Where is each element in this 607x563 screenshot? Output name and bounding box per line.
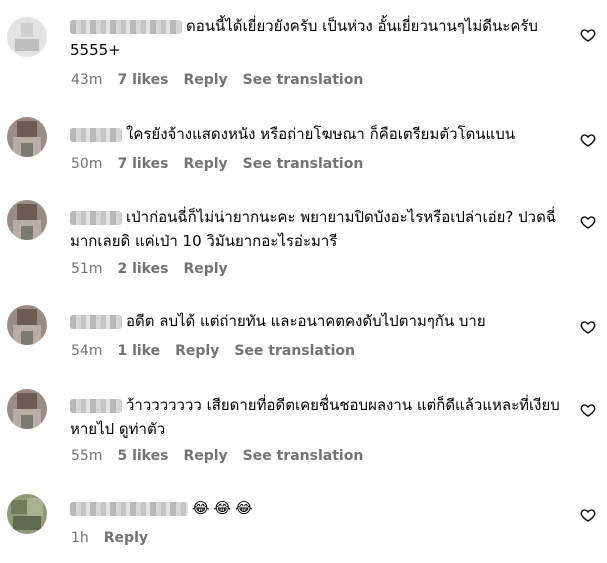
likes-count[interactable]: 5 likes	[117, 448, 168, 464]
username-blurred[interactable]	[70, 19, 182, 34]
reply-button[interactable]: Reply	[175, 343, 219, 359]
username-blurred[interactable]	[70, 210, 122, 225]
likes-count[interactable]: 7 likes	[117, 72, 168, 88]
comment-text: ว้าววววววว เสียดายที่อดีตเคยชื่นชอบผลงาน…	[70, 396, 560, 438]
comment-text: ใครยังจ้างแสดงหนัง หรือถ่ายโฆษณา ก็คือเต…	[126, 125, 516, 143]
comment-text-block: ว้าววววววว เสียดายที่อดีตเคยชื่นชอบผลงาน…	[70, 393, 570, 441]
see-translation-button[interactable]: See translation	[243, 156, 364, 172]
reply-button[interactable]: Reply	[183, 261, 227, 277]
avatar[interactable]	[7, 200, 47, 240]
likes-count[interactable]: 7 likes	[117, 156, 168, 172]
comment-text-block: เป่าก่อนฉี่ก็ไม่น่ายากนะคะ พยายามปิดบังอ…	[70, 205, 570, 253]
heart-outline-icon[interactable]	[580, 214, 596, 230]
avatar[interactable]	[7, 305, 47, 345]
avatar[interactable]	[7, 494, 47, 534]
comment-time: 43m	[71, 72, 103, 88]
reply-button[interactable]: Reply	[104, 530, 148, 546]
comment-time: 54m	[71, 343, 103, 359]
comment-text-block: ดอนนี้ได้เยี่ยวยังครับ เป็นห่วง อั้นเยี่…	[70, 14, 570, 62]
comment-meta: 1h Reply	[71, 530, 163, 546]
username-blurred[interactable]	[70, 314, 122, 329]
avatar[interactable]	[7, 389, 47, 429]
heart-outline-icon[interactable]	[580, 402, 596, 418]
comment-text-block: อดีต ลบได้ แต่ถ่ายทัน และอนาคตคงดับไปตาม…	[70, 309, 570, 333]
comment-meta: 51m 2 likes Reply	[71, 261, 243, 277]
laughing-emoji: 😂	[235, 499, 253, 517]
likes-count[interactable]: 1 like	[117, 343, 160, 359]
comment-text: อดีต ลบได้ แต่ถ่ายทัน และอนาคตคงดับไปตาม…	[126, 312, 486, 330]
heart-outline-icon[interactable]	[580, 27, 596, 43]
heart-outline-icon[interactable]	[580, 132, 596, 148]
comment-text: เป่าก่อนฉี่ก็ไม่น่ายากนะคะ พยายามปิดบังอ…	[70, 208, 557, 250]
see-translation-button[interactable]: See translation	[243, 448, 364, 464]
username-blurred[interactable]	[70, 501, 188, 516]
comment-text-block: ใครยังจ้างแสดงหนัง หรือถ่ายโฆษณา ก็คือเต…	[70, 122, 570, 146]
comment-time: 1h	[71, 530, 89, 546]
reply-button[interactable]: Reply	[183, 72, 227, 88]
heart-outline-icon[interactable]	[580, 507, 596, 523]
likes-count[interactable]: 2 likes	[117, 261, 168, 277]
username-blurred[interactable]	[70, 127, 122, 142]
laughing-emoji: 😂	[213, 499, 232, 517]
comment-time: 55m	[71, 448, 103, 464]
laughing-emoji: 😂	[192, 499, 210, 517]
comment-meta: 54m 1 like Reply See translation	[71, 343, 370, 359]
comment-time: 50m	[71, 156, 103, 172]
comment-meta: 55m 5 likes Reply See translation	[71, 448, 378, 464]
comment-text-block: 😂 😂 😂	[70, 496, 570, 520]
comment-meta: 50m 7 likes Reply See translation	[71, 156, 378, 172]
avatar[interactable]	[7, 17, 47, 57]
comment-time: 51m	[71, 261, 103, 277]
heart-outline-icon[interactable]	[580, 319, 596, 335]
reply-button[interactable]: Reply	[183, 156, 227, 172]
see-translation-button[interactable]: See translation	[234, 343, 355, 359]
username-blurred[interactable]	[70, 398, 122, 413]
avatar[interactable]	[7, 117, 47, 157]
see-translation-button[interactable]: See translation	[243, 72, 364, 88]
reply-button[interactable]: Reply	[183, 448, 227, 464]
comment-meta: 43m 7 likes Reply See translation	[71, 72, 378, 88]
